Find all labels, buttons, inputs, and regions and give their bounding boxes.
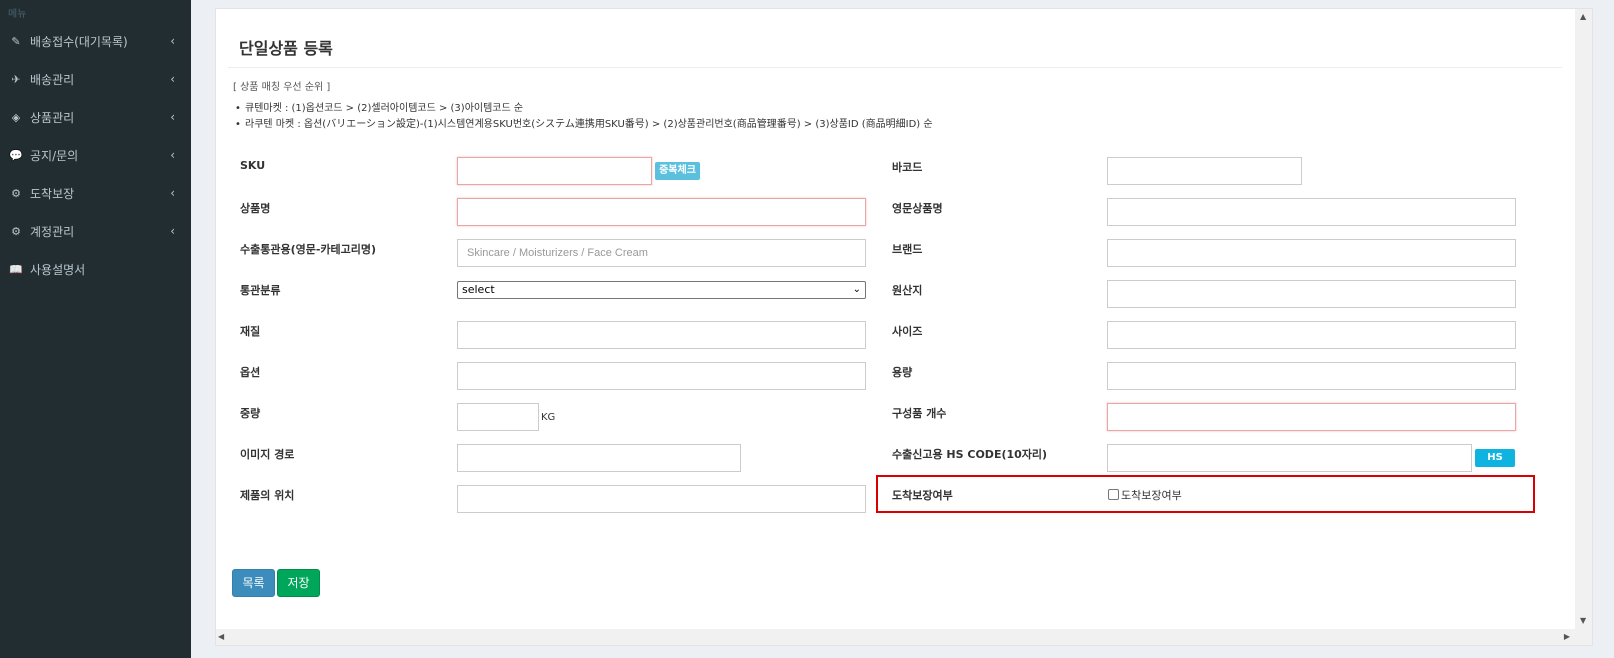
sidebar-item-label: 사용설명서 [30, 262, 86, 277]
brand-input[interactable] [1107, 239, 1516, 267]
chevron-left-icon: ‹ [170, 148, 175, 162]
priority-list: 큐텐마켓 : (1)옵션코드 > (2)셀러아이템코드 > (3)아이템코드 순… [233, 101, 933, 133]
sidebar-menu: ✎ 배송접수(대기목록) ‹ ✈ 배송관리 ‹ ◈ 상품관리 ‹ 💬 공지/문의 ‹ ⚙ 도착보장 ‹ ⚙ 계정… [0, 22, 191, 288]
material-label: 재질 [240, 325, 261, 338]
components-input[interactable] [1107, 403, 1516, 431]
size-input[interactable] [1107, 321, 1516, 349]
scroll-left-icon[interactable]: ◀ [218, 632, 224, 641]
origin-label: 원산지 [892, 284, 923, 297]
priority-heading: [ 상품 매칭 우선 순위 ] [233, 82, 331, 93]
sidebar-item-label: 계정관리 [30, 224, 75, 239]
sidebar: 메뉴 ✎ 배송접수(대기목록) ‹ ✈ 배송관리 ‹ ◈ 상품관리 ‹ 💬 공지/문의 ‹ ⚙ 도착보장 ‹… [0, 0, 191, 658]
vertical-scrollbar[interactable]: ▲ ▼ [1575, 9, 1592, 645]
barcode-input[interactable] [1107, 157, 1302, 185]
size-label: 사이즈 [892, 325, 923, 338]
location-input[interactable] [457, 485, 866, 513]
hs-info-button[interactable]: HS Info [1475, 449, 1515, 481]
origin-input[interactable] [1107, 280, 1516, 308]
chevron-left-icon: ‹ [170, 34, 175, 48]
material-input[interactable] [457, 321, 866, 349]
title-divider [228, 67, 1562, 68]
sidebar-item-label: 도착보장 [30, 186, 75, 201]
customs-category-label: 수출통관용(영문-카테고리명) [240, 243, 377, 256]
customs-class-select[interactable]: select ⌄ [457, 281, 866, 299]
chevron-left-icon: ‹ [170, 72, 175, 86]
arrival-guarantee-checkbox[interactable] [1108, 489, 1119, 500]
priority-qoo10: 큐텐마켓 : (1)옵션코드 > (2)셀러아이템코드 > (3)아이템코드 순 [233, 101, 933, 117]
gear-icon: ⚙ [11, 224, 21, 238]
chevron-left-icon: ‹ [170, 224, 175, 238]
hs-code-input[interactable] [1107, 444, 1472, 472]
sku-label: SKU [240, 159, 266, 172]
sidebar-item[interactable]: ◈ 상품관리 ‹ [0, 98, 191, 136]
arrival-guarantee-checkbox-label[interactable]: 도착보장여부 [1121, 487, 1182, 503]
arrival-guarantee-label: 도착보장여부 [892, 489, 953, 502]
sidebar-item[interactable]: ✈ 배송관리 ‹ [0, 60, 191, 98]
option-input[interactable] [457, 362, 866, 390]
location-label: 제품의 위치 [240, 489, 295, 502]
customs-class-value: select [462, 283, 495, 296]
barcode-label: 바코드 [892, 161, 923, 174]
sidebar-header: 메뉴 [8, 9, 27, 20]
customs-class-label: 통관분류 [240, 284, 281, 297]
page-title: 단일상품 등록 [239, 39, 333, 58]
scroll-down-icon[interactable]: ▼ [1580, 616, 1586, 625]
comments-icon: 💬 [9, 148, 23, 162]
sidebar-item[interactable]: 📖 사용설명서 [0, 250, 191, 288]
chevron-left-icon: ‹ [170, 186, 175, 200]
main-panel: 단일상품 등록 [ 상품 매칭 우선 순위 ] 큐텐마켓 : (1)옵션코드 >… [215, 8, 1593, 646]
option-label: 옵션 [240, 366, 261, 379]
hs-code-label: 수출신고용 HS CODE(10자리) [892, 448, 1048, 461]
book-icon: 📖 [9, 262, 23, 276]
sidebar-item-label: 공지/문의 [30, 148, 79, 163]
image-path-label: 이미지 경로 [240, 448, 295, 461]
customs-category-input[interactable]: Skincare / Moisturizers / Face Cream [457, 239, 866, 267]
list-button[interactable]: 목록 [232, 569, 275, 597]
components-label: 구성품 개수 [892, 407, 947, 420]
chevron-down-icon: ⌄ [852, 284, 861, 295]
sidebar-item[interactable]: ⚙ 계정관리 ‹ [0, 212, 191, 250]
volume-input[interactable] [1107, 362, 1516, 390]
save-button[interactable]: 저장 [277, 569, 320, 597]
weight-label: 중량 [240, 407, 261, 420]
priority-rakuten: 라쿠텐 마켓 : 옵션(バリエーション設定)-(1)시스템연계용SKU번호(シス… [233, 117, 933, 133]
sku-input[interactable] [457, 157, 652, 185]
cube-icon: ◈ [11, 110, 21, 124]
sidebar-item[interactable]: 💬 공지/문의 ‹ [0, 136, 191, 174]
sidebar-item-label: 상품관리 [30, 110, 75, 125]
image-path-input[interactable] [457, 444, 741, 472]
sidebar-item[interactable]: ⚙ 도착보장 ‹ [0, 174, 191, 212]
sidebar-item[interactable]: ✎ 배송접수(대기목록) ‹ [0, 22, 191, 60]
product-name-input[interactable] [457, 198, 866, 226]
gear-icon: ⚙ [11, 186, 21, 200]
pencil-icon: ✎ [11, 34, 21, 48]
scroll-up-icon[interactable]: ▲ [1580, 12, 1586, 21]
eng-name-label: 영문상품명 [892, 202, 943, 215]
highlight-box [876, 475, 1535, 513]
weight-unit: KG [541, 412, 556, 423]
chevron-left-icon: ‹ [170, 110, 175, 124]
eng-name-input[interactable] [1107, 198, 1516, 226]
sidebar-item-label: 배송접수(대기목록) [30, 34, 128, 49]
plane-icon: ✈ [11, 72, 21, 86]
brand-label: 브랜드 [892, 243, 923, 256]
scroll-right-icon[interactable]: ▶ [1564, 632, 1570, 641]
duplicate-check-button[interactable]: 중복체크 [655, 162, 700, 180]
sidebar-item-label: 배송관리 [30, 72, 75, 87]
volume-label: 용량 [892, 366, 913, 379]
weight-input[interactable] [457, 403, 539, 431]
horizontal-scrollbar[interactable]: ◀ ▶ [216, 629, 1592, 645]
product-name-label: 상품명 [240, 202, 271, 215]
